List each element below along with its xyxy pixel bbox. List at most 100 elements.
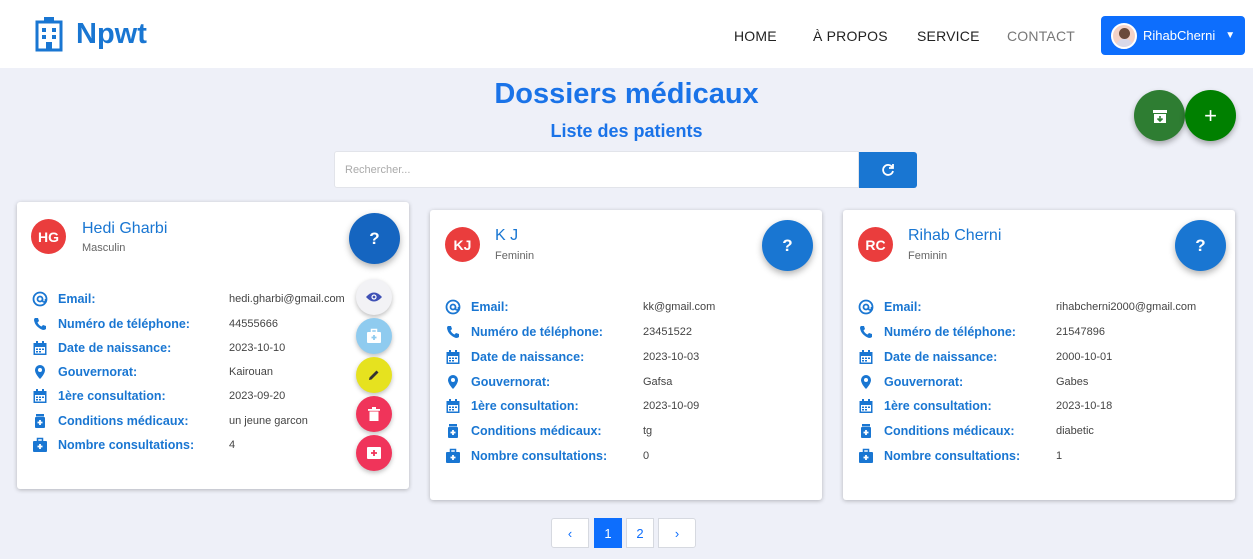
- avatar: [1111, 22, 1137, 49]
- patient-gender: Feminin: [908, 250, 948, 262]
- consultation-button[interactable]: [356, 318, 392, 354]
- patient-initials: KJ: [445, 227, 480, 262]
- field-value-first-consult: 2023-09-20: [229, 390, 286, 402]
- chevron-left-icon: ‹: [567, 525, 573, 541]
- field-value-conditions: diabetic: [1056, 425, 1094, 437]
- add-patient-button[interactable]: +: [1185, 90, 1236, 141]
- medication-icon: [445, 423, 461, 439]
- field-label: Gouvernorat:: [58, 365, 138, 379]
- eye-icon: [366, 292, 382, 302]
- patient-card: HG Hedi Gharbi Masculin ? Email: hedi.gh…: [17, 202, 409, 489]
- patient-name: K J: [495, 227, 519, 244]
- field-label: Date de naissance:: [471, 350, 585, 364]
- nav-home[interactable]: HOME: [734, 28, 777, 44]
- field-value-region: Gabes: [1056, 376, 1089, 388]
- field-birth: Date de naissance:: [445, 347, 584, 367]
- trash-icon: [368, 407, 380, 421]
- help-button[interactable]: ?: [1175, 220, 1226, 271]
- location-icon: [445, 374, 461, 390]
- field-first-consult: 1ère consultation:: [32, 386, 166, 406]
- field-value-first-consult: 2023-10-18: [1056, 400, 1113, 412]
- location-icon: [32, 364, 48, 380]
- search-input[interactable]: [334, 151, 859, 188]
- field-value-phone: 23451522: [643, 326, 692, 338]
- field-value-email: kk@gmail.com: [643, 301, 716, 313]
- medication-icon: [32, 413, 48, 429]
- pencil-icon: [369, 370, 379, 380]
- help-button[interactable]: ?: [762, 220, 813, 271]
- page-2-button[interactable]: 2: [626, 518, 654, 548]
- nav-service[interactable]: SERVICE: [917, 28, 980, 44]
- field-phone: Numéro de téléphone:: [858, 322, 1016, 342]
- calendar-icon: [858, 349, 874, 365]
- field-label: 1ère consultation:: [884, 399, 992, 413]
- field-value-conditions: tg: [643, 425, 653, 437]
- field-label: Email:: [58, 292, 96, 306]
- field-label: Conditions médicaux:: [884, 424, 1015, 438]
- medical-kit-icon: [858, 448, 874, 464]
- field-consults: Nombre consultations:: [445, 446, 607, 466]
- field-region: Gouvernorat:: [858, 372, 963, 392]
- refresh-icon: [882, 164, 894, 176]
- field-label: Date de naissance:: [58, 341, 172, 355]
- brand-name: Npwt: [76, 17, 147, 50]
- field-value-email: hedi.gharbi@gmail.com: [229, 293, 345, 305]
- patient-card: RC Rihab Cherni Feminin ? Email: rihabch…: [843, 210, 1235, 500]
- field-label: 1ère consultation:: [58, 389, 166, 403]
- field-label: Gouvernorat:: [884, 375, 964, 389]
- delete-button[interactable]: [356, 396, 392, 432]
- nav-about[interactable]: À PROPOS: [813, 28, 888, 44]
- user-menu-button[interactable]: RihabCherni ▼: [1101, 16, 1245, 55]
- brand[interactable]: Npwt: [34, 16, 147, 52]
- field-consults: Nombre consultations:: [858, 446, 1020, 466]
- patient-gender: Masculin: [82, 242, 126, 254]
- field-label: Email:: [884, 300, 922, 314]
- patient-name: Rihab Cherni: [908, 227, 1002, 244]
- phone-icon: [445, 324, 461, 340]
- field-email: Email:: [32, 289, 96, 309]
- field-label: Numéro de téléphone:: [471, 325, 603, 339]
- field-conditions: Conditions médicaux:: [858, 421, 1015, 441]
- help-button[interactable]: ?: [349, 213, 400, 264]
- patient-initials: RC: [858, 227, 893, 262]
- edit-button[interactable]: [356, 357, 392, 393]
- field-value-consults: 1: [1056, 450, 1063, 462]
- archive-patient-button[interactable]: [356, 435, 392, 471]
- user-name: RihabCherni: [1143, 28, 1216, 43]
- prev-page-button[interactable]: ‹: [551, 518, 589, 548]
- archive-icon: [1152, 109, 1167, 123]
- nav-contact[interactable]: CONTACT: [1007, 28, 1075, 44]
- page-1-button[interactable]: 1: [594, 518, 622, 548]
- patient-card: KJ K J Feminin ? Email: kk@gmail.com Num…: [430, 210, 822, 500]
- field-phone: Numéro de téléphone:: [32, 314, 190, 334]
- medication-icon: [858, 423, 874, 439]
- field-label: Numéro de téléphone:: [58, 317, 190, 331]
- chevron-right-icon: ›: [674, 525, 680, 541]
- field-value-consults: 4: [229, 439, 236, 451]
- view-button[interactable]: [356, 279, 392, 315]
- field-label: Nombre consultations:: [471, 449, 608, 463]
- field-phone: Numéro de téléphone:: [445, 322, 603, 342]
- field-email: Email:: [858, 297, 922, 317]
- phone-icon: [858, 324, 874, 340]
- next-page-button[interactable]: ›: [658, 518, 696, 548]
- field-value-phone: 21547896: [1056, 326, 1105, 338]
- archive-button[interactable]: [1134, 90, 1185, 141]
- at-icon: [858, 299, 874, 315]
- field-label: Nombre consultations:: [884, 449, 1021, 463]
- field-value-region: Kairouan: [229, 366, 274, 378]
- field-value-birth: 2000-10-01: [1056, 351, 1113, 363]
- location-icon: [858, 374, 874, 390]
- medical-kit-icon: [367, 328, 381, 343]
- at-icon: [445, 299, 461, 315]
- calendar-icon: [445, 398, 461, 414]
- field-value-birth: 2023-10-03: [643, 351, 700, 363]
- field-label: Conditions médicaux:: [58, 414, 189, 428]
- refresh-button[interactable]: [859, 152, 917, 188]
- field-value-phone: 44555666: [229, 318, 278, 330]
- medical-kit-icon: [445, 448, 461, 464]
- chevron-down-icon: ▼: [1225, 30, 1236, 41]
- field-label: Numéro de téléphone:: [884, 325, 1016, 339]
- field-birth: Date de naissance:: [858, 347, 997, 367]
- medical-kit-icon: [32, 437, 48, 453]
